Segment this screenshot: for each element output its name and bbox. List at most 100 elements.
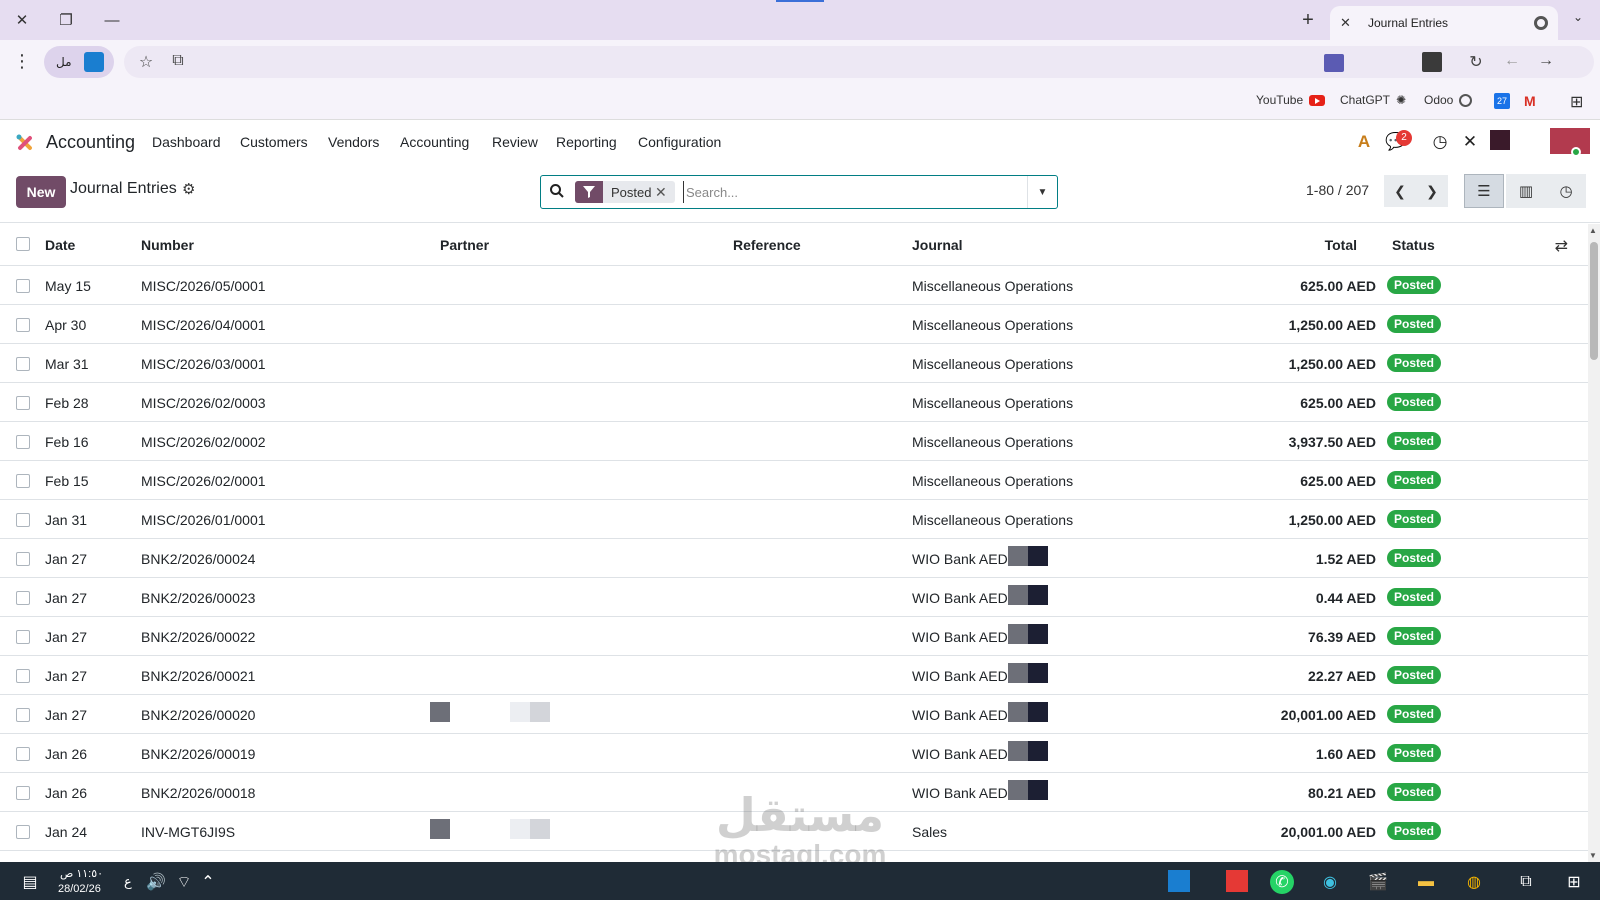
optional-columns-icon[interactable]: ⇄: [1555, 236, 1568, 256]
pager-value[interactable]: 1-80 / 207: [1306, 182, 1369, 198]
row-checkbox[interactable]: [16, 396, 30, 410]
table-row[interactable]: Jan 27 BNK2/2026/00022 WIO Bank AED # 76.39…: [0, 617, 1588, 656]
search-options-toggle-icon[interactable]: ▼: [1027, 176, 1057, 208]
row-checkbox[interactable]: [16, 513, 30, 527]
gmail-bookmark-icon[interactable]: M: [1524, 93, 1536, 109]
menu-customers[interactable]: Customers: [240, 134, 308, 150]
back-arrow-icon[interactable]: ←: [1502, 52, 1522, 70]
column-header-journal[interactable]: Journal: [912, 237, 963, 253]
bookmark-chatgpt[interactable]: ChatGPT ✺: [1340, 93, 1406, 107]
reload-icon[interactable]: ↻: [1466, 52, 1486, 72]
file-explorer-icon[interactable]: ▬: [1414, 870, 1438, 894]
activity-clock-icon[interactable]: ◷: [1428, 132, 1452, 152]
app-name[interactable]: Accounting: [46, 132, 135, 153]
row-checkbox[interactable]: [16, 669, 30, 683]
profile-button[interactable]: مل: [44, 46, 114, 78]
forward-arrow-icon[interactable]: →: [1536, 52, 1556, 70]
search-icon[interactable]: [549, 183, 565, 199]
taskbar-app-icon[interactable]: [1168, 870, 1190, 892]
column-header-date[interactable]: Date: [45, 237, 75, 253]
row-checkbox[interactable]: [16, 279, 30, 293]
bookmark-odoo[interactable]: Odoo: [1424, 93, 1473, 107]
pager-previous-icon[interactable]: ❮: [1384, 175, 1416, 207]
taskbar-time[interactable]: ١١:٥٠ ص: [60, 867, 103, 880]
ai-icon[interactable]: A: [1352, 132, 1376, 152]
new-tab-icon[interactable]: +: [1296, 8, 1320, 32]
pager-next-icon[interactable]: ❯: [1416, 175, 1448, 207]
bookmark-star-icon[interactable]: ☆: [136, 52, 156, 72]
row-checkbox[interactable]: [16, 786, 30, 800]
input-language[interactable]: ع: [124, 874, 132, 890]
row-checkbox[interactable]: [16, 318, 30, 332]
taskbar-date[interactable]: 28/02/26: [58, 883, 101, 895]
task-view-icon[interactable]: ⧉: [1514, 870, 1538, 894]
menu-review[interactable]: Review: [492, 134, 538, 150]
notifications-icon[interactable]: ▤: [18, 870, 42, 894]
row-checkbox[interactable]: [16, 591, 30, 605]
tab-close-icon[interactable]: ✕: [1340, 15, 1356, 31]
apps-grid-icon[interactable]: ⊞: [1570, 92, 1583, 112]
search-input[interactable]: [683, 181, 1013, 203]
table-row[interactable]: Jan 27 BNK2/2026/00023 WIO Bank AED # 0.44 …: [0, 578, 1588, 617]
select-all-checkbox[interactable]: [16, 237, 30, 251]
taskbar-app-icon[interactable]: [1226, 870, 1248, 892]
facet-remove-icon[interactable]: ✕: [655, 184, 667, 201]
edge-icon[interactable]: ◉: [1318, 870, 1342, 894]
table-row[interactable]: Feb 28 MISC/2026/02/0003 Miscellaneous Ope…: [0, 383, 1588, 422]
table-row[interactable]: Jan 27 BNK2/2026/00024 WIO Bank AED # 1.52 …: [0, 539, 1588, 578]
chrome-icon[interactable]: ◍: [1462, 870, 1486, 894]
menu-accounting[interactable]: Accounting: [400, 134, 469, 150]
table-row[interactable]: Jan 26 BNK2/2026/00019 WIO Bank AED # 1.60 …: [0, 734, 1588, 773]
tray-expand-icon[interactable]: ⌃: [196, 870, 220, 894]
tools-icon[interactable]: ✕: [1458, 132, 1482, 152]
table-row[interactable]: Feb 15 MISC/2026/02/0001 Miscellaneous Ope…: [0, 461, 1588, 500]
user-avatar[interactable]: [1550, 128, 1590, 154]
activity-view-icon[interactable]: ◷: [1546, 174, 1586, 208]
media-app-icon[interactable]: 🎬: [1366, 870, 1390, 894]
table-row[interactable]: Apr 30 MISC/2026/04/0001 Miscellaneous Ope…: [0, 305, 1588, 344]
kanban-view-icon[interactable]: ▥: [1506, 174, 1546, 208]
browser-menu-icon[interactable]: ⋮: [12, 52, 32, 72]
company-switcher[interactable]: [1490, 130, 1510, 150]
table-row[interactable]: Jan 27 BNK2/2026/00021 WIO Bank AED # 22.27…: [0, 656, 1588, 695]
table-row[interactable]: Jan 27 BNK2/2026/00020 WIO Bank AED # 20,00…: [0, 695, 1588, 734]
row-checkbox[interactable]: [16, 357, 30, 371]
window-restore-icon[interactable]: ❐: [54, 8, 78, 32]
row-checkbox[interactable]: [16, 708, 30, 722]
menu-vendors[interactable]: Vendors: [328, 134, 379, 150]
new-button[interactable]: New: [16, 176, 66, 208]
row-checkbox[interactable]: [16, 435, 30, 449]
row-checkbox[interactable]: [16, 825, 30, 839]
row-checkbox[interactable]: [16, 630, 30, 644]
gear-icon[interactable]: ⚙: [182, 180, 195, 198]
table-row[interactable]: Feb 16 MISC/2026/02/0002 Miscellaneous Ope…: [0, 422, 1588, 461]
row-checkbox[interactable]: [16, 474, 30, 488]
scroll-up-icon[interactable]: ▲: [1589, 226, 1597, 235]
row-checkbox[interactable]: [16, 552, 30, 566]
list-view-icon[interactable]: ☰: [1464, 174, 1504, 208]
scroll-down-icon[interactable]: ▼: [1589, 851, 1597, 860]
menu-dashboard[interactable]: Dashboard: [152, 134, 221, 150]
column-header-number[interactable]: Number: [141, 237, 194, 253]
windows-start-icon[interactable]: ⊞: [1562, 870, 1586, 894]
table-row[interactable]: May 15 MISC/2026/05/0001 Miscellaneous Ope…: [0, 266, 1588, 305]
row-checkbox[interactable]: [16, 747, 30, 761]
menu-reporting[interactable]: Reporting: [556, 134, 617, 150]
column-header-status[interactable]: Status: [1392, 237, 1435, 253]
whatsapp-icon[interactable]: ✆: [1270, 870, 1294, 894]
window-minimize-icon[interactable]: —: [100, 8, 124, 32]
menu-configuration[interactable]: Configuration: [638, 134, 721, 150]
browser-tab-journal-entries[interactable]: ✕ Journal Entries: [1330, 6, 1558, 40]
address-bar[interactable]: ☆ ⧉ ↻ ← →: [124, 46, 1594, 78]
tab-search-chevron-icon[interactable]: ⌄: [1566, 10, 1590, 30]
volume-icon[interactable]: 🔊: [144, 870, 168, 894]
table-row[interactable]: Jan 31 MISC/2026/01/0001 Miscellaneous Ope…: [0, 500, 1588, 539]
cast-icon[interactable]: ⧉: [168, 52, 188, 70]
column-header-reference[interactable]: Reference: [733, 237, 801, 253]
column-header-partner[interactable]: Partner: [440, 237, 489, 253]
window-close-icon[interactable]: ✕: [10, 8, 34, 32]
list-scrollbar[interactable]: ▲ ▼: [1588, 224, 1600, 862]
accounting-app-logo-icon[interactable]: [14, 132, 36, 154]
calendar-bookmark-icon[interactable]: 27: [1494, 93, 1510, 109]
scroll-thumb[interactable]: [1590, 242, 1598, 360]
